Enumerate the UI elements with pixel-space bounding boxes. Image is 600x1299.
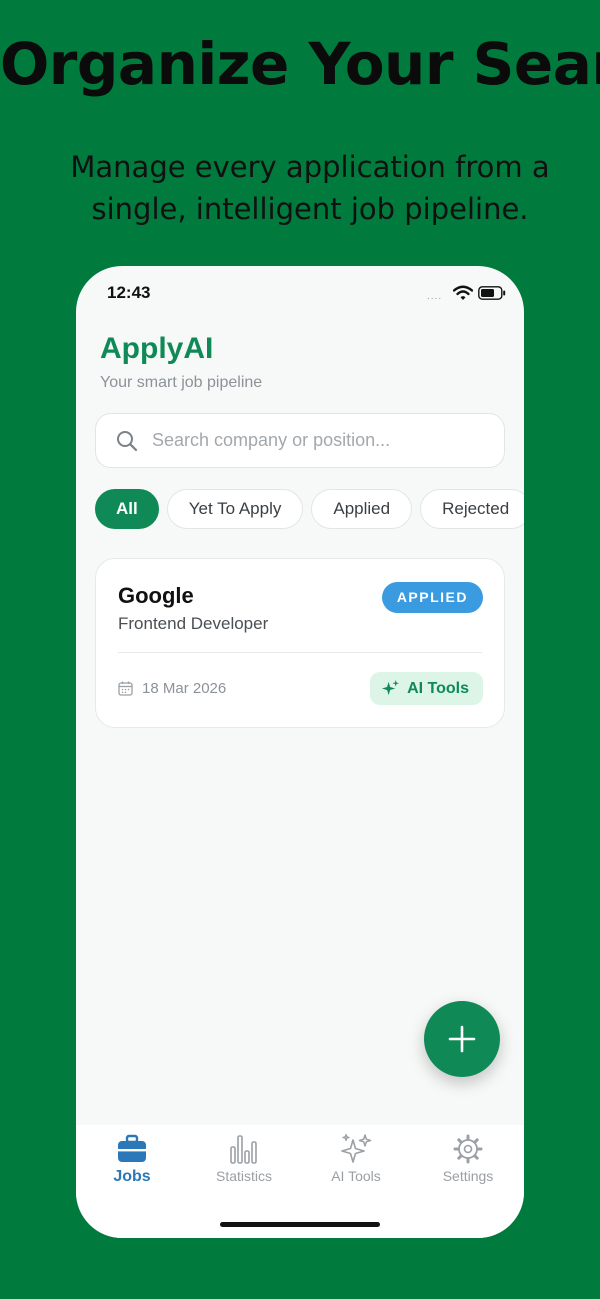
tab-statistics[interactable]: Statistics — [188, 1133, 300, 1184]
app-subtitle: Your smart job pipeline — [100, 374, 263, 391]
sparkles-icon — [341, 1133, 372, 1163]
bar-chart-icon — [230, 1135, 257, 1164]
filter-chip-yet-to-apply[interactable]: Yet To Apply — [166, 489, 304, 529]
plus-icon — [448, 1025, 476, 1053]
filter-chips: All Yet To Apply Applied Rejected — [95, 489, 524, 531]
tab-ai-tools-label: AI Tools — [331, 1168, 381, 1184]
filter-chip-all[interactable]: All — [95, 489, 159, 529]
job-company: Google — [118, 583, 194, 608]
job-position: Frontend Developer — [118, 614, 269, 633]
search-bar[interactable] — [95, 413, 505, 468]
ai-tools-label: AI Tools — [407, 679, 469, 697]
tab-jobs[interactable]: Jobs — [76, 1133, 188, 1186]
signal-icon: .... — [427, 291, 443, 302]
status-bar: 12:43 .... — [76, 266, 524, 320]
job-card[interactable]: Google Frontend Developer APPLIED 18 Mar… — [95, 558, 505, 728]
calendar-icon — [118, 681, 133, 696]
gear-icon — [453, 1134, 483, 1164]
job-date: 18 Mar 2026 — [118, 680, 226, 697]
tab-statistics-label: Statistics — [215, 1168, 272, 1184]
app-title: ApplyAI — [100, 332, 214, 365]
card-divider — [118, 652, 482, 653]
phone-screen: 12:43 .... ApplyAI Your smart job pipeli… — [76, 266, 524, 1238]
tab-settings[interactable]: Settings — [412, 1133, 524, 1184]
promo-subheadline: Manage every application from a single, … — [70, 150, 550, 226]
tab-ai-tools[interactable]: AI Tools — [300, 1133, 412, 1184]
tab-settings-label: Settings — [442, 1168, 494, 1184]
battery-icon — [478, 286, 506, 300]
briefcase-icon — [118, 1134, 146, 1162]
status-badge: APPLIED — [381, 582, 483, 613]
home-indicator[interactable] — [220, 1222, 380, 1227]
job-date-text: 18 Mar 2026 — [142, 680, 227, 697]
search-icon — [117, 430, 138, 451]
filter-chip-rejected[interactable]: Rejected — [420, 489, 524, 529]
sparkles-icon — [382, 679, 400, 696]
promo-headline: Organize Your Search — [0, 30, 600, 98]
ai-tools-button[interactable]: AI Tools — [370, 672, 483, 705]
filter-chip-applied[interactable]: Applied — [311, 489, 413, 529]
status-time: 12:43 — [107, 283, 151, 302]
search-input[interactable] — [152, 430, 472, 451]
wifi-icon — [453, 285, 473, 300]
bottom-tab-bar: Jobs Statistics AI Tools Settings — [76, 1125, 524, 1238]
add-job-button[interactable] — [424, 1001, 500, 1077]
tab-jobs-label: Jobs — [113, 1168, 151, 1185]
